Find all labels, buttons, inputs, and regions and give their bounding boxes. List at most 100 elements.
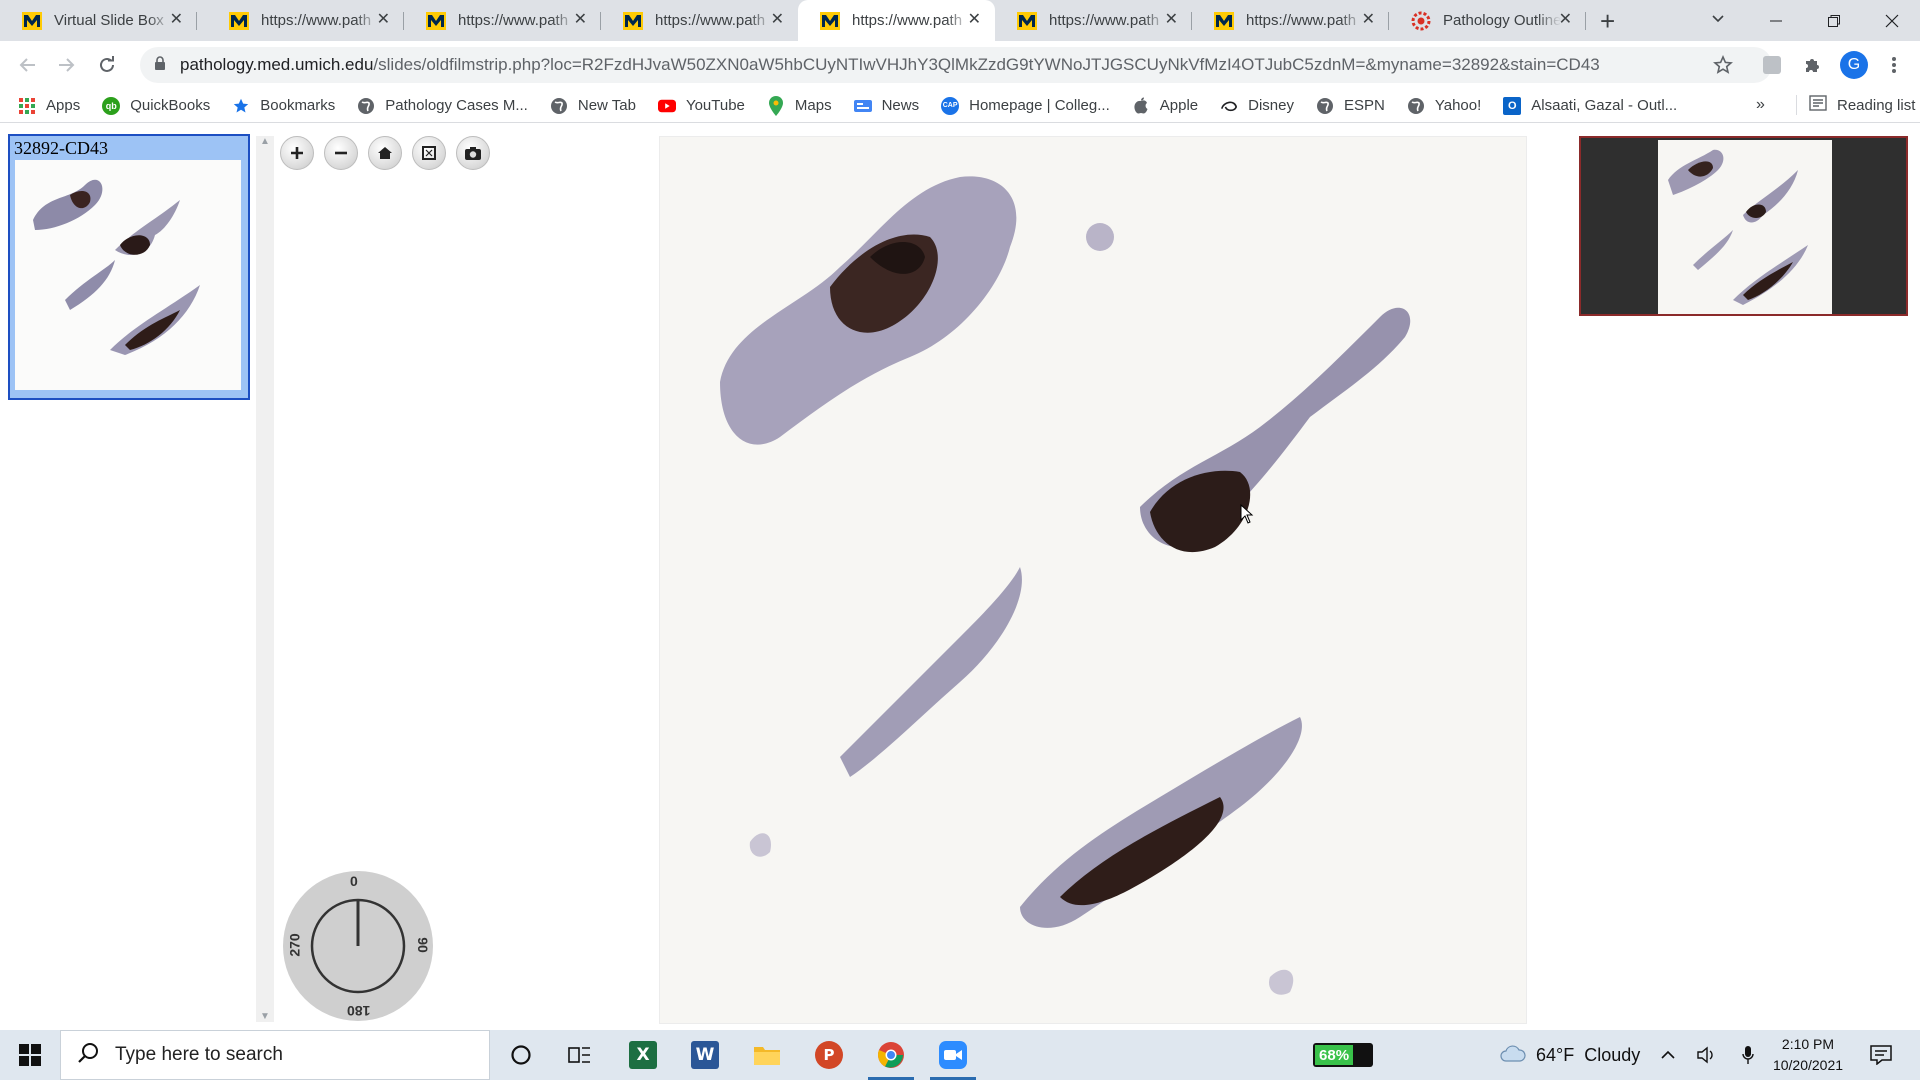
bookmark-item[interactable]: Bookmarks (232, 97, 335, 115)
close-tab-icon[interactable]: ✕ (1362, 12, 1375, 28)
zoom-out-icon[interactable] (324, 136, 358, 170)
bookmark-item[interactable]: CAP Homepage | Colleg... (941, 96, 1110, 115)
close-tab-icon[interactable]: ✕ (574, 12, 587, 28)
close-tab-icon[interactable]: ✕ (1165, 12, 1178, 28)
browser-tab[interactable]: https://www.path ✕ (404, 0, 601, 41)
reading-list-button[interactable]: Reading list (1796, 95, 1915, 115)
browser-tab[interactable]: Virtual Slide Box ✕ (0, 0, 197, 41)
rotation-dial[interactable]: 0 90 180 270 (283, 871, 433, 1021)
browser-tab[interactable]: Pathology Outline ✕ (1389, 0, 1586, 41)
close-tab-icon[interactable]: ✕ (771, 12, 784, 28)
restore-button[interactable] (1806, 0, 1862, 41)
bookmark-item[interactable]: Yahoo! (1407, 97, 1481, 115)
chrome-menu-icon[interactable] (1882, 53, 1906, 77)
word-icon[interactable]: W (674, 1030, 736, 1080)
close-tab-icon[interactable]: ✕ (170, 12, 183, 28)
taskbar-search-box[interactable]: Type here to search (60, 1030, 490, 1080)
bookmark-item[interactable]: Pathology Cases M... (357, 97, 528, 115)
show-hidden-icons-chevron[interactable] (1656, 1030, 1680, 1080)
minimize-button[interactable] (1748, 0, 1804, 41)
tab-search-chevron-icon[interactable] (1710, 10, 1726, 31)
cortana-circle-icon[interactable] (490, 1030, 552, 1080)
bookmark-label: Pathology Cases M... (385, 97, 528, 114)
globe-icon (1407, 97, 1425, 115)
profile-avatar[interactable]: G (1840, 51, 1868, 79)
bookmark-label: Apple (1159, 97, 1199, 114)
volume-speaker-icon[interactable] (1694, 1030, 1718, 1080)
tab-title: https://www.path (1246, 12, 1357, 29)
overview-navigator[interactable] (1579, 136, 1908, 316)
system-clock[interactable]: 2:10 PM 10/20/2021 (1758, 1034, 1858, 1076)
overview-thumbnail[interactable] (1658, 140, 1832, 314)
filmstrip-scrollbar[interactable]: ▲ ▼ (256, 136, 274, 1022)
slide-thumbnail[interactable] (15, 160, 241, 390)
news-icon (853, 97, 872, 115)
microphone-icon[interactable] (1738, 1030, 1758, 1080)
browser-tab[interactable]: https://www.path ✕ (798, 0, 995, 41)
url-text: pathology.med.umich.edu/slides/oldfilmst… (180, 55, 1600, 74)
forward-arrow-icon[interactable] (54, 53, 78, 77)
bookmark-item[interactable]: New Tab (550, 97, 636, 115)
chrome-icon[interactable] (860, 1030, 922, 1080)
quickbooks-icon: qb (102, 96, 121, 115)
filmstrip-slide-card[interactable]: 32892-CD43 (8, 134, 250, 400)
back-arrow-icon[interactable] (16, 53, 40, 77)
fullscreen-icon[interactable] (412, 136, 446, 170)
notifications-icon[interactable] (1866, 1030, 1896, 1080)
bookmark-item[interactable]: Disney (1220, 97, 1294, 115)
zoom-in-icon[interactable] (280, 136, 314, 170)
close-tab-icon[interactable]: ✕ (968, 12, 981, 28)
excel-icon[interactable]: X (612, 1030, 674, 1080)
bookmark-item[interactable]: YouTube (657, 97, 745, 115)
extension-icon[interactable] (1760, 53, 1784, 77)
bookmark-label: Yahoo! (1434, 97, 1482, 114)
task-view-icon[interactable] (549, 1030, 611, 1080)
scroll-up-arrow-icon[interactable]: ▲ (260, 136, 270, 147)
close-tab-icon[interactable]: ✕ (1559, 12, 1572, 28)
scroll-down-arrow-icon[interactable]: ▼ (260, 1011, 270, 1022)
browser-tab[interactable]: https://www.path ✕ (207, 0, 404, 41)
close-tab-icon[interactable]: ✕ (377, 12, 390, 28)
weather-widget[interactable]: 64°F Cloudy (1500, 1030, 1640, 1080)
bookmark-item[interactable]: Apple (1132, 97, 1198, 115)
camera-snapshot-icon[interactable] (456, 136, 490, 170)
bookmarks-bar: Apps qb QuickBooks Bookmarks Pathology Cases… (0, 89, 1920, 123)
bookmark-item[interactable]: ESPN (1316, 97, 1385, 115)
umich-m-icon (1017, 11, 1037, 31)
cap-icon: CAP (941, 96, 960, 115)
search-placeholder: Type here to search (115, 1044, 283, 1065)
lock-icon (154, 55, 166, 75)
new-tab-button[interactable]: + (1600, 8, 1615, 34)
browser-tab[interactable]: https://www.path ✕ (995, 0, 1192, 41)
home-icon[interactable] (368, 136, 402, 170)
tab-title: Virtual Slide Box (54, 12, 164, 29)
umich-m-icon (1214, 11, 1234, 31)
battery-indicator[interactable]: 68% (1313, 1043, 1373, 1067)
bookmark-item[interactable]: O Alsaati, Gazal - Outl... (1503, 96, 1677, 115)
browser-tab[interactable]: https://www.path ✕ (1192, 0, 1389, 41)
tab-title: https://www.path (1049, 12, 1160, 29)
powerpoint-icon[interactable]: P (798, 1030, 860, 1080)
close-window-button[interactable] (1864, 0, 1920, 41)
bookmark-item[interactable]: Maps (767, 95, 832, 116)
windows-start-icon[interactable] (0, 1030, 60, 1080)
extensions-puzzle-icon[interactable] (1800, 53, 1824, 77)
zoom-app-icon[interactable] (922, 1030, 984, 1080)
bookmark-item[interactable]: Apps (18, 97, 80, 115)
bookmark-label: ESPN (1343, 97, 1385, 114)
apple-icon (1132, 97, 1150, 115)
slide-image[interactable] (659, 136, 1527, 1024)
slide-viewport[interactable]: 0 90 180 270 (276, 136, 1920, 1026)
bookmark-label: Disney (1248, 97, 1294, 114)
umich-m-icon (22, 11, 42, 31)
reload-icon[interactable] (95, 53, 119, 77)
bookmarks-overflow-chevron[interactable]: » (1756, 96, 1765, 114)
file-explorer-icon[interactable] (736, 1030, 798, 1080)
address-bar[interactable]: pathology.med.umich.edu/slides/oldfilmst… (140, 47, 1772, 83)
bookmark-star-icon[interactable] (1711, 53, 1735, 77)
bookmark-item[interactable]: qb QuickBooks (102, 96, 210, 115)
bookmark-item[interactable]: News (853, 97, 919, 115)
bookmark-label: Bookmarks (260, 97, 336, 114)
browser-tab[interactable]: https://www.path ✕ (601, 0, 798, 41)
globe-icon (357, 97, 375, 115)
